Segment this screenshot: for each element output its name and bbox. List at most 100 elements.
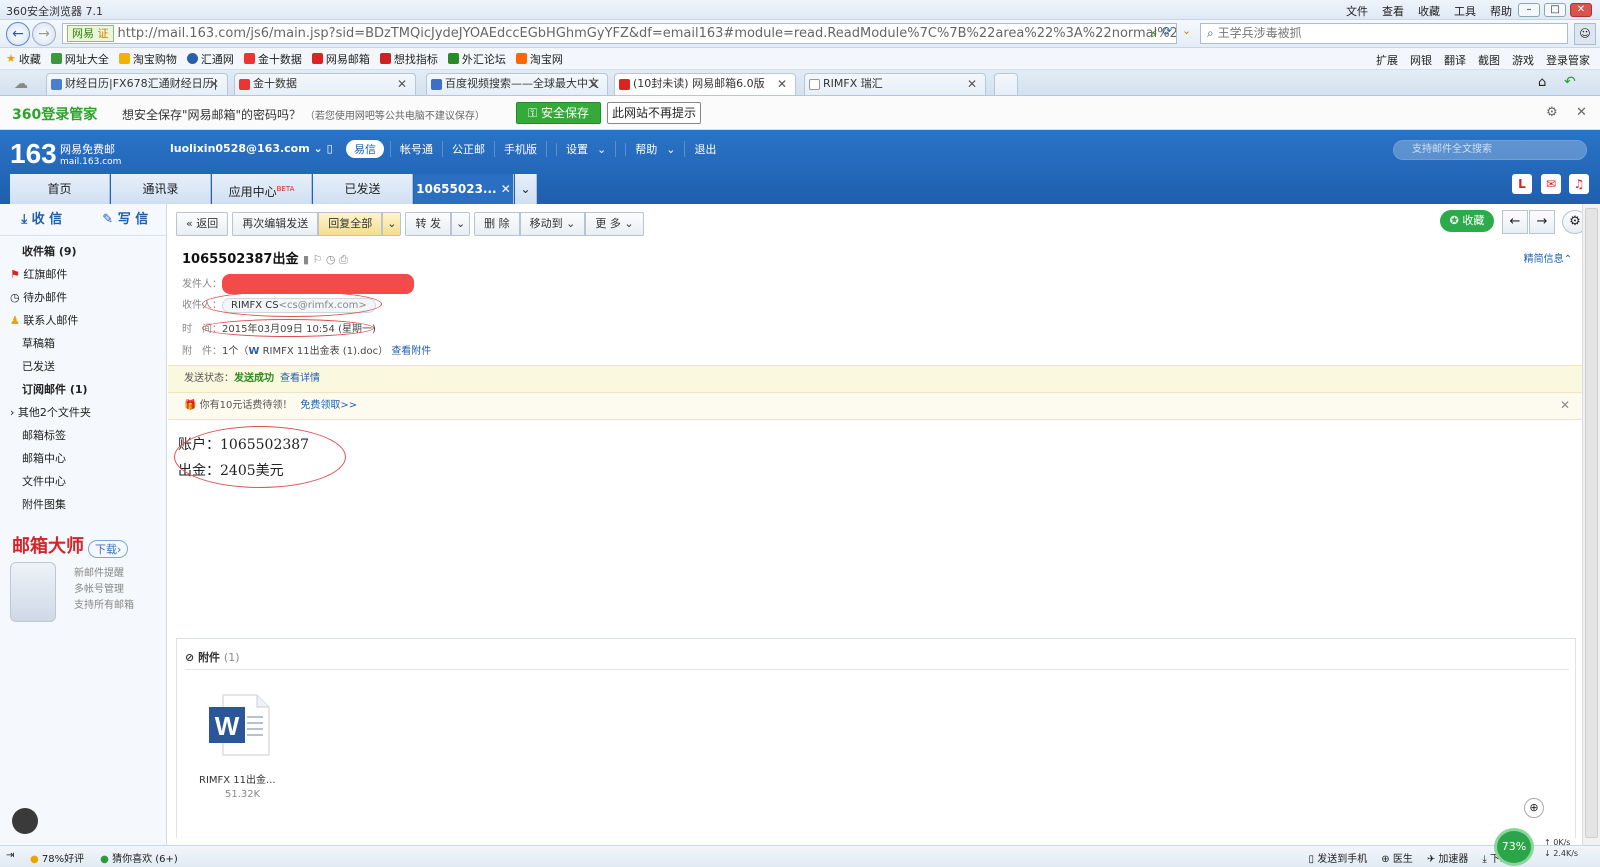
receive-mail-button[interactable]: ⤓ 收 信 — [0, 204, 84, 235]
tab-163-mail[interactable]: (10封未读) 网易邮箱6.0版 ✕ — [614, 73, 796, 95]
new-tab-button[interactable] — [994, 73, 1018, 95]
bookmark-item[interactable]: 外汇论坛 — [447, 51, 506, 67]
menu-view[interactable]: 查看 — [1382, 3, 1404, 19]
folder-todo[interactable]: ◷ 待办邮件 — [10, 289, 67, 305]
speed-gauge[interactable]: 73% — [1494, 828, 1534, 866]
prev-mail-icon[interactable]: ← — [1502, 210, 1528, 234]
claim-link[interactable]: 免费领取>> — [300, 400, 357, 411]
no-prompt-button[interactable]: 此网站不再提示 — [607, 102, 701, 124]
folder-flagged[interactable]: ⚑ 红旗邮件 — [10, 266, 67, 282]
header-link-mobile[interactable]: 手机版 — [494, 141, 546, 157]
bookmark-item[interactable]: 网址大全 — [50, 51, 109, 67]
tab-baidu-video[interactable]: 百度视频搜索——全球最大中文 ✕ — [426, 73, 608, 95]
sidebar-toggle-icon[interactable]: ⇥ — [6, 850, 14, 861]
tab-more-chevron[interactable]: ⌄ — [515, 174, 537, 204]
scrollbar-thumb[interactable] — [1585, 208, 1598, 838]
more-button[interactable]: 更 多 ⌄ — [585, 212, 644, 236]
folder-subscriptions[interactable]: 订阅邮件 (1) — [22, 381, 88, 397]
header-link-help[interactable]: 帮助 ⌄ — [615, 141, 684, 157]
header-link-settings[interactable]: 设置 ⌄ — [546, 141, 615, 157]
mail-icon[interactable]: ✉ — [1541, 174, 1561, 194]
music-icon[interactable]: ♫ — [1569, 174, 1589, 194]
ext-bank[interactable]: 网银 — [1410, 52, 1432, 68]
attachment-name[interactable]: RIMFX 11出金... — [199, 771, 276, 786]
forward-button[interactable]: 转 发 — [405, 212, 451, 236]
close-window-button[interactable]: ✕ — [1570, 3, 1592, 17]
word-document-icon[interactable]: W — [207, 693, 271, 757]
forward-icon[interactable]: → — [32, 22, 56, 46]
bookmark-favorites[interactable]: ★ 收藏 — [6, 51, 41, 67]
folder-tags[interactable]: 邮箱标签 — [22, 427, 66, 443]
safe-save-button[interactable]: ⚿ 安全保存 — [516, 102, 601, 124]
header-link-logout[interactable]: 退出 — [684, 141, 725, 157]
view-detail-link[interactable]: 查看详情 — [280, 373, 320, 384]
tab-fx678[interactable]: 财经日历|FX678汇通财经日历| ✕ — [46, 73, 228, 95]
vertical-scrollbar[interactable] — [1582, 204, 1600, 845]
close-tab-icon[interactable]: ✕ — [967, 74, 977, 94]
dropdown-chevron-icon[interactable]: ⌄ — [1182, 24, 1198, 44]
mail-search-input[interactable]: 支持邮件全文搜索 — [1393, 140, 1587, 160]
folder-file-center[interactable]: 文件中心 — [22, 473, 66, 489]
compose-button[interactable]: ✎ 写 信 — [84, 204, 168, 235]
forward-chevron-icon[interactable]: ⌄ — [450, 212, 471, 236]
rating-status[interactable]: ● 78%好评 — [30, 850, 84, 865]
doctor[interactable]: ⊕ 医生 — [1381, 850, 1413, 865]
user-avatar-icon[interactable]: ☺ — [1574, 23, 1596, 45]
tab-app-center[interactable]: 应用中心BETA — [212, 174, 312, 204]
settings-gear-icon[interactable]: ⚙ — [1546, 105, 1558, 120]
menu-tools[interactable]: 工具 — [1454, 3, 1476, 19]
ext-login-manager[interactable]: 登录管家 — [1546, 52, 1590, 68]
compact-info-link[interactable]: 精简信息⌃ — [1524, 250, 1572, 265]
ext-translate[interactable]: 翻译 — [1444, 52, 1466, 68]
header-link-notary[interactable]: 公正邮 — [442, 141, 494, 157]
yixin-button[interactable]: 易信 — [346, 140, 384, 158]
move-to-button[interactable]: 移动到 ⌄ — [519, 212, 586, 236]
menu-file[interactable]: 文件 — [1346, 3, 1368, 19]
undo-close-icon[interactable]: ↶ — [1564, 74, 1576, 90]
delete-button[interactable]: 删 除 — [474, 212, 520, 236]
search-input[interactable]: ⌕ 王学兵涉毒被抓 — [1200, 23, 1568, 44]
folder-others[interactable]: › 其他2个文件夹 — [10, 404, 91, 420]
folder-inbox[interactable]: 收件箱 (9) — [22, 243, 77, 259]
back-button[interactable]: « 返回 — [176, 212, 229, 236]
bookmark-item[interactable]: 网易邮箱 — [311, 51, 370, 67]
url-input[interactable]: 网易 证 http://mail.163.com/js6/main.jsp?sid… — [62, 23, 1177, 44]
zoom-icon[interactable]: ⊕ — [1524, 798, 1544, 818]
back-icon[interactable]: ← — [6, 22, 30, 46]
cloud-icon[interactable]: ☁ — [14, 76, 28, 92]
folder-drafts[interactable]: 草稿箱 — [22, 335, 55, 351]
ext-screenshot[interactable]: 截图 — [1478, 52, 1500, 68]
tab-sent[interactable]: 已发送 — [313, 174, 413, 204]
account-name[interactable]: luolixin0528@163.com ⌄ ▯ — [170, 142, 333, 155]
edit-resend-button[interactable]: 再次编辑发送 — [232, 212, 319, 236]
reply-all-button[interactable]: 回复全部 — [318, 212, 383, 236]
tab-jin10[interactable]: 金十数据 ✕ — [234, 73, 416, 95]
maximize-button[interactable]: □ — [1544, 3, 1566, 17]
folder-mail-center[interactable]: 邮箱中心 — [22, 450, 66, 466]
tab-home[interactable]: 首页 — [10, 174, 110, 204]
guess-you-like[interactable]: ● 猜你喜欢 (6+) — [100, 850, 178, 865]
promo-download-button[interactable]: 下载› — [88, 540, 129, 558]
ext-games[interactable]: 游戏 — [1512, 52, 1534, 68]
folder-attachments[interactable]: 附件图集 — [22, 496, 66, 512]
send-to-phone[interactable]: ▯ 发送到手机 — [1309, 850, 1368, 865]
close-tab-icon[interactable]: ✕ — [397, 74, 407, 94]
folder-contacts-mail[interactable]: ♟ 联系人邮件 — [10, 312, 78, 328]
tab-contacts[interactable]: 通讯录 — [111, 174, 211, 204]
close-icon[interactable]: ✕ — [1560, 393, 1570, 418]
favorite-button[interactable]: ✪ 收藏 — [1440, 210, 1494, 232]
minimize-button[interactable]: – — [1518, 3, 1540, 17]
close-tab-icon[interactable]: ✕ — [777, 74, 787, 94]
bookmark-item[interactable]: 想找指标 — [379, 51, 438, 67]
next-mail-icon[interactable]: → — [1529, 210, 1555, 234]
ext-extensions[interactable]: 扩展 — [1376, 52, 1398, 68]
tab-current-mail[interactable]: 10655023... ✕ — [414, 174, 514, 204]
home-icon[interactable]: ⌂ — [1538, 75, 1546, 90]
l-icon[interactable]: L — [1512, 174, 1532, 194]
bookmark-item[interactable]: 淘宝网 — [515, 51, 563, 67]
menu-favorites[interactable]: 收藏 — [1418, 3, 1440, 19]
reply-chevron-icon[interactable]: ⌄ — [382, 212, 402, 236]
accelerator[interactable]: ✈ 加速器 — [1427, 850, 1469, 865]
bookmark-item[interactable]: 淘宝购物 — [118, 51, 177, 67]
close-icon[interactable]: ✕ — [1576, 105, 1587, 120]
